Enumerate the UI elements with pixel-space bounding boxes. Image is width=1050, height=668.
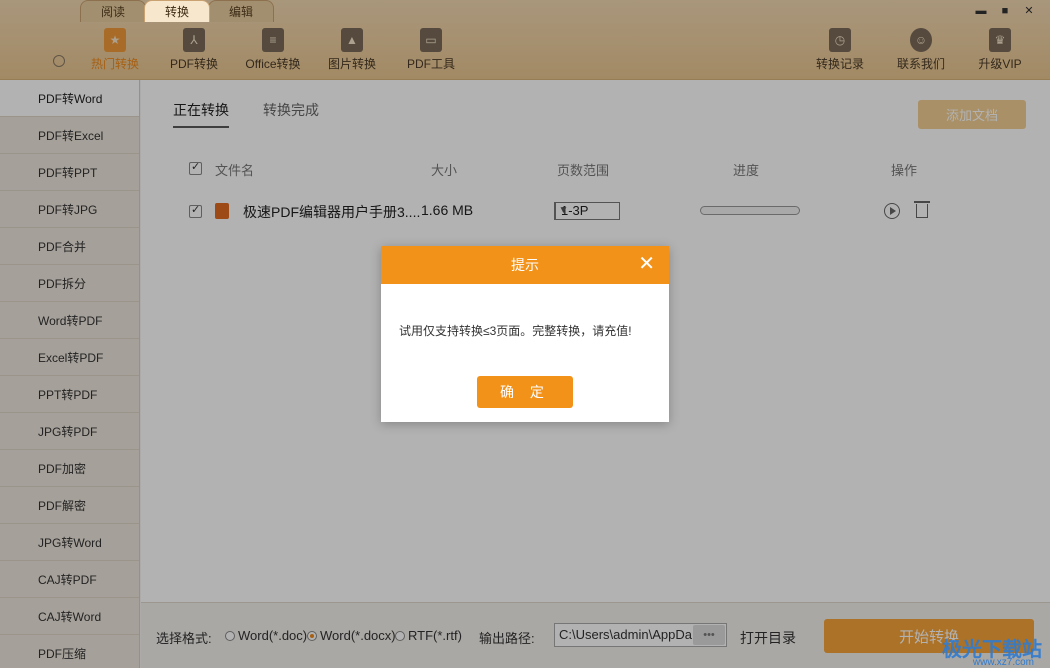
close-icon[interactable]: ✕ — [638, 254, 655, 274]
confirm-button[interactable]: 确 定 — [477, 376, 573, 408]
dialog-header: 提示 ✕ — [381, 246, 669, 284]
notice-dialog: 提示 ✕ 试用仅支持转换≤3页面。完整转换，请充值! 确 定 — [381, 246, 669, 422]
tab-convert[interactable]: 转换 — [144, 0, 210, 22]
dialog-title: 提示 — [511, 257, 539, 273]
watermark-url: www.xz7.com — [972, 657, 1034, 668]
dialog-message: 试用仅支持转换≤3页面。完整转换，请充值! — [399, 324, 632, 338]
